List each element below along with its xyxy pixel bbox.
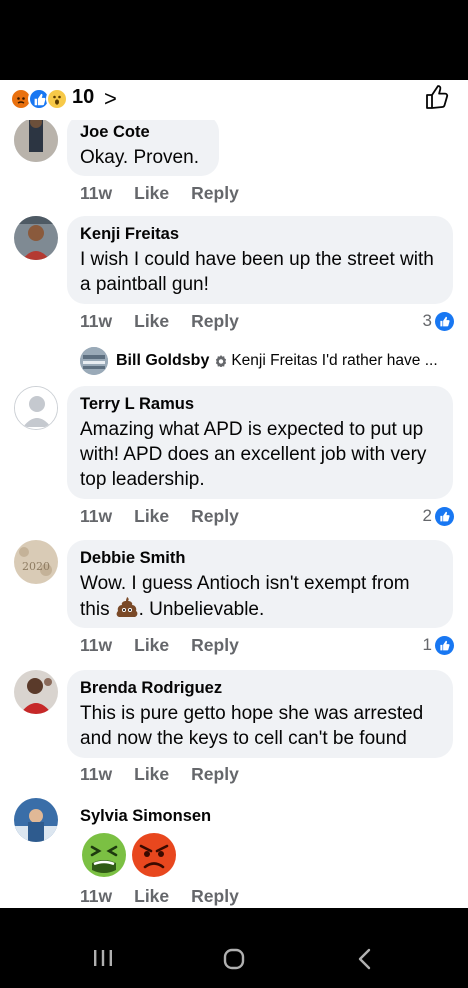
avatar[interactable]	[14, 798, 58, 842]
like-post-button[interactable]	[424, 84, 450, 110]
avatar[interactable]	[14, 216, 58, 260]
reply-button[interactable]: Reply	[191, 886, 239, 907]
comment-author[interactable]: Joe Cote	[80, 122, 205, 142]
comments-screen: 10 > Joe Cote Okay. Proven. 11w Like Rep…	[0, 80, 468, 908]
wow-reaction-icon	[46, 88, 68, 110]
comment-actions: 11w Like Reply	[80, 886, 239, 907]
comment-author[interactable]: Debbie Smith	[80, 548, 439, 568]
comment-bubble: Kenji Freitas I wish I could have been u…	[67, 216, 453, 304]
comment-reaction-count[interactable]: 1	[423, 635, 454, 655]
comment-time[interactable]: 11w	[80, 311, 112, 332]
comment-time[interactable]: 11w	[80, 886, 112, 907]
comment-actions: 11w Like Reply	[80, 183, 239, 204]
reaction-count-number: 1	[422, 635, 432, 654]
comment-reaction-count[interactable]: 3	[423, 311, 454, 331]
comment-author[interactable]: Kenji Freitas	[80, 224, 439, 244]
poop-emoji-icon	[116, 597, 137, 617]
comment-actions: 11w Like Reply	[80, 506, 239, 527]
system-nav-bar	[0, 908, 468, 988]
avatar[interactable]: 2020	[14, 540, 58, 584]
reaction-count: 10	[72, 86, 95, 108]
avatar[interactable]	[14, 386, 58, 430]
like-button[interactable]: Like	[134, 183, 169, 204]
like-reaction-icon	[435, 506, 454, 526]
chevron-right-icon[interactable]: >	[104, 86, 117, 112]
comment-actions: 11w Like Reply	[80, 764, 239, 785]
back-icon[interactable]	[356, 948, 372, 970]
reply-avatar	[80, 347, 108, 375]
avatar[interactable]	[14, 670, 58, 714]
like-reaction-icon	[435, 311, 454, 331]
reaction-count-number: 2	[422, 506, 432, 525]
comment-actions: 11w Like Reply	[80, 635, 239, 656]
comment-bubble: Brenda Rodriguez This is pure getto hope…	[67, 670, 453, 758]
angry-face-icon	[132, 833, 176, 877]
recent-apps-icon[interactable]	[92, 948, 114, 968]
like-button[interactable]: Like	[134, 764, 169, 785]
comment-time[interactable]: 11w	[80, 506, 112, 527]
comment-author[interactable]: Brenda Rodriguez	[80, 678, 439, 698]
comment-text: I wish I could have been up the street w…	[80, 249, 434, 295]
comment-actions: 11w Like Reply	[80, 311, 239, 332]
comment-text-part: . Unbelievable.	[138, 599, 265, 620]
comment-time[interactable]: 11w	[80, 764, 112, 785]
svg-text:2020: 2020	[22, 560, 50, 573]
comment-author[interactable]: Sylvia Simonsen	[80, 806, 211, 826]
reply-button[interactable]: Reply	[191, 183, 239, 204]
reply-button[interactable]: Reply	[191, 506, 239, 527]
reaction-icons	[10, 86, 70, 112]
comment-bubble: Debbie Smith Wow. I guess Antioch isn't …	[67, 540, 453, 628]
reply-button[interactable]: Reply	[191, 764, 239, 785]
reply-text: Kenji Freitas I'd rather have ...	[231, 352, 438, 369]
home-icon[interactable]	[223, 948, 245, 970]
comment-author[interactable]: Terry L Ramus	[80, 394, 439, 414]
comment-text: Wow. I guess Antioch isn't exempt from t…	[80, 571, 439, 622]
comment-bubble: Joe Cote Okay. Proven.	[67, 114, 219, 176]
gear-icon	[216, 355, 227, 367]
reply-button[interactable]: Reply	[191, 311, 239, 332]
reaction-count-number: 3	[422, 311, 432, 330]
like-button[interactable]: Like	[134, 506, 169, 527]
comment-text: This is pure getto hope she was arrested…	[80, 703, 424, 749]
like-button[interactable]: Like	[134, 886, 169, 907]
like-reaction-icon	[435, 635, 454, 655]
comment-text: Okay. Proven.	[80, 147, 199, 168]
avatar[interactable]	[14, 118, 58, 162]
comment-text: Amazing what APD is expected to put up w…	[80, 419, 427, 490]
comment-bubble: Terry L Ramus Amazing what APD is expect…	[67, 386, 453, 499]
comment-time[interactable]: 11w	[80, 183, 112, 204]
like-button[interactable]: Like	[134, 311, 169, 332]
comment-reaction-count[interactable]: 2	[423, 506, 454, 526]
nauseated-face-icon	[82, 833, 126, 877]
status-bar	[0, 0, 468, 80]
comment-time[interactable]: 11w	[80, 635, 112, 656]
like-button[interactable]: Like	[134, 635, 169, 656]
reactions-summary[interactable]: 10 >	[0, 80, 468, 120]
reply-author: Bill Goldsby	[116, 352, 210, 369]
reply-preview[interactable]: Bill Goldsby Kenji Freitas I'd rather ha…	[80, 346, 438, 376]
reply-button[interactable]: Reply	[191, 635, 239, 656]
